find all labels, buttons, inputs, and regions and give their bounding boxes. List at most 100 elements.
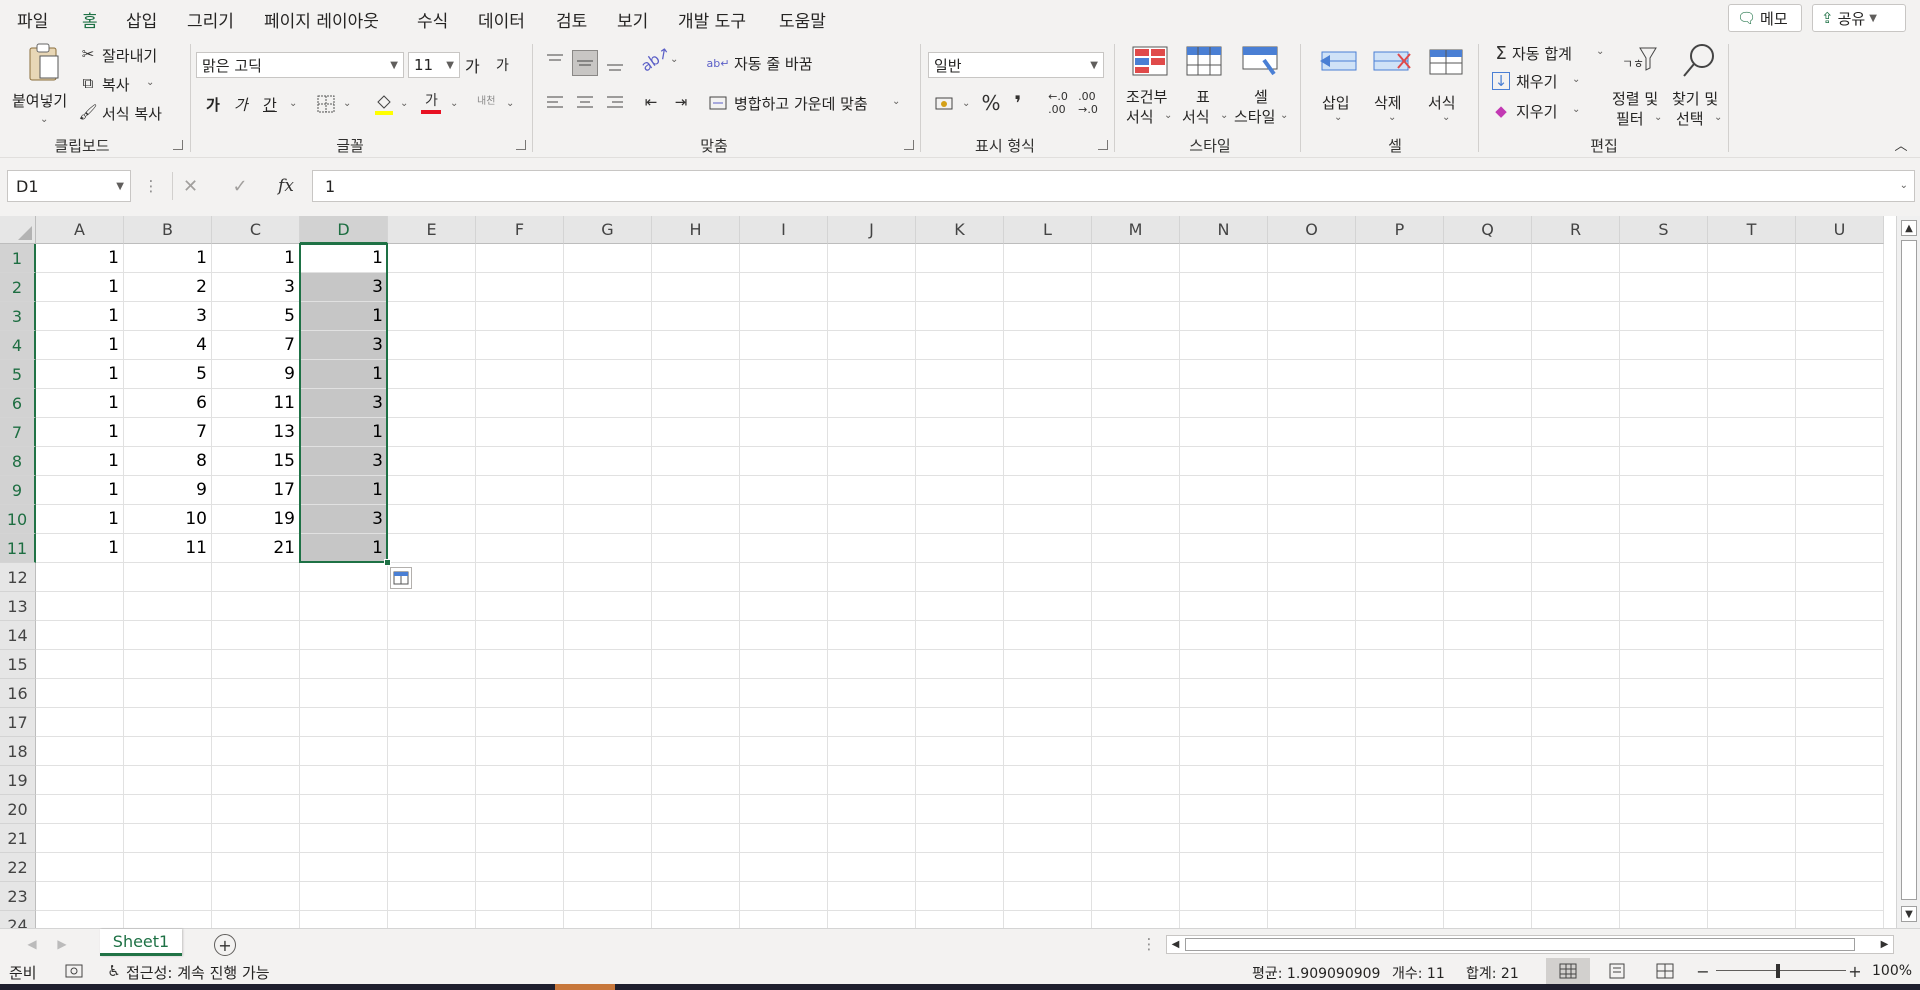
cell[interactable] xyxy=(1356,273,1444,302)
cell[interactable] xyxy=(388,737,476,766)
cell[interactable] xyxy=(1796,853,1884,882)
cell[interactable] xyxy=(1092,447,1180,476)
cell[interactable]: 1 xyxy=(36,273,124,302)
cell[interactable] xyxy=(564,708,652,737)
cell[interactable] xyxy=(1092,273,1180,302)
cell[interactable] xyxy=(1180,824,1268,853)
cell[interactable] xyxy=(36,911,124,928)
cell[interactable] xyxy=(828,389,916,418)
cell[interactable] xyxy=(1268,708,1356,737)
cell[interactable] xyxy=(1180,679,1268,708)
row-header[interactable]: 3 xyxy=(0,302,36,331)
scroll-thumb[interactable] xyxy=(1185,938,1855,951)
cell[interactable] xyxy=(1004,389,1092,418)
cell[interactable] xyxy=(124,679,212,708)
cell[interactable] xyxy=(476,795,564,824)
cell[interactable] xyxy=(212,853,300,882)
column-header[interactable]: B xyxy=(124,216,212,244)
cell[interactable] xyxy=(1180,244,1268,273)
cell[interactable] xyxy=(212,882,300,911)
cell[interactable] xyxy=(388,679,476,708)
quick-analysis-button[interactable] xyxy=(390,567,412,589)
cell[interactable] xyxy=(1708,795,1796,824)
cell[interactable] xyxy=(564,824,652,853)
cell[interactable] xyxy=(388,389,476,418)
row-header[interactable]: 15 xyxy=(0,650,36,679)
row-header[interactable]: 14 xyxy=(0,621,36,650)
cell[interactable] xyxy=(124,592,212,621)
cell[interactable] xyxy=(1092,824,1180,853)
fill-handle[interactable] xyxy=(384,559,391,566)
cell[interactable] xyxy=(1444,592,1532,621)
cell[interactable] xyxy=(564,418,652,447)
cell[interactable]: 1 xyxy=(300,244,388,273)
tab-insert[interactable]: 삽입 xyxy=(126,7,157,32)
cell[interactable] xyxy=(388,273,476,302)
cell[interactable] xyxy=(1356,766,1444,795)
align-bottom-icon[interactable] xyxy=(604,52,626,74)
row-header[interactable]: 24 xyxy=(0,911,36,928)
cell[interactable] xyxy=(1356,360,1444,389)
cell[interactable]: 8 xyxy=(124,447,212,476)
cell[interactable] xyxy=(1004,534,1092,563)
cell[interactable] xyxy=(1796,766,1884,795)
cell[interactable]: 1 xyxy=(36,244,124,273)
name-box[interactable]: D1 ▼ xyxy=(7,170,131,202)
cell[interactable] xyxy=(1444,708,1532,737)
cell[interactable] xyxy=(1532,853,1620,882)
cell[interactable] xyxy=(388,447,476,476)
cell[interactable] xyxy=(740,447,828,476)
cell[interactable] xyxy=(1532,650,1620,679)
sheet-tab-sheet1[interactable]: Sheet1 xyxy=(100,929,182,956)
cell[interactable] xyxy=(1268,592,1356,621)
column-header[interactable]: P xyxy=(1356,216,1444,244)
cell[interactable] xyxy=(300,708,388,737)
cell[interactable] xyxy=(564,563,652,592)
row-header[interactable]: 10 xyxy=(0,505,36,534)
cell[interactable] xyxy=(1796,650,1884,679)
cell[interactable] xyxy=(476,418,564,447)
font-launcher-icon[interactable] xyxy=(516,140,526,150)
cell[interactable] xyxy=(388,824,476,853)
cell[interactable] xyxy=(476,708,564,737)
cell[interactable] xyxy=(476,505,564,534)
cell[interactable] xyxy=(1444,563,1532,592)
zoom-slider-thumb[interactable] xyxy=(1776,964,1780,978)
cell[interactable] xyxy=(828,331,916,360)
cell[interactable] xyxy=(1796,621,1884,650)
cell[interactable] xyxy=(388,534,476,563)
cell[interactable] xyxy=(1356,795,1444,824)
cell[interactable] xyxy=(388,592,476,621)
cell[interactable] xyxy=(212,621,300,650)
cell[interactable] xyxy=(1004,737,1092,766)
cell[interactable] xyxy=(1356,563,1444,592)
cell[interactable] xyxy=(1444,418,1532,447)
cell[interactable] xyxy=(564,331,652,360)
cell[interactable] xyxy=(1356,911,1444,928)
cell[interactable]: 4 xyxy=(124,331,212,360)
cell[interactable] xyxy=(476,302,564,331)
bold-button[interactable]: 가 xyxy=(206,94,220,115)
cell[interactable] xyxy=(652,737,740,766)
cell[interactable] xyxy=(388,360,476,389)
cell[interactable] xyxy=(916,418,1004,447)
cell[interactable] xyxy=(1092,708,1180,737)
cell[interactable] xyxy=(1092,476,1180,505)
cell[interactable] xyxy=(1796,882,1884,911)
cell[interactable] xyxy=(1004,824,1092,853)
cell[interactable] xyxy=(1004,795,1092,824)
cell[interactable] xyxy=(1356,534,1444,563)
cell[interactable] xyxy=(652,766,740,795)
cell[interactable] xyxy=(36,853,124,882)
cell[interactable] xyxy=(916,737,1004,766)
cell[interactable] xyxy=(1708,592,1796,621)
cell[interactable] xyxy=(740,273,828,302)
cell[interactable]: 1 xyxy=(36,360,124,389)
cell[interactable] xyxy=(36,766,124,795)
cell[interactable] xyxy=(1180,418,1268,447)
cell[interactable] xyxy=(1180,911,1268,928)
cell[interactable] xyxy=(1092,853,1180,882)
cell[interactable] xyxy=(1532,389,1620,418)
cell[interactable] xyxy=(1004,505,1092,534)
cell[interactable] xyxy=(740,592,828,621)
